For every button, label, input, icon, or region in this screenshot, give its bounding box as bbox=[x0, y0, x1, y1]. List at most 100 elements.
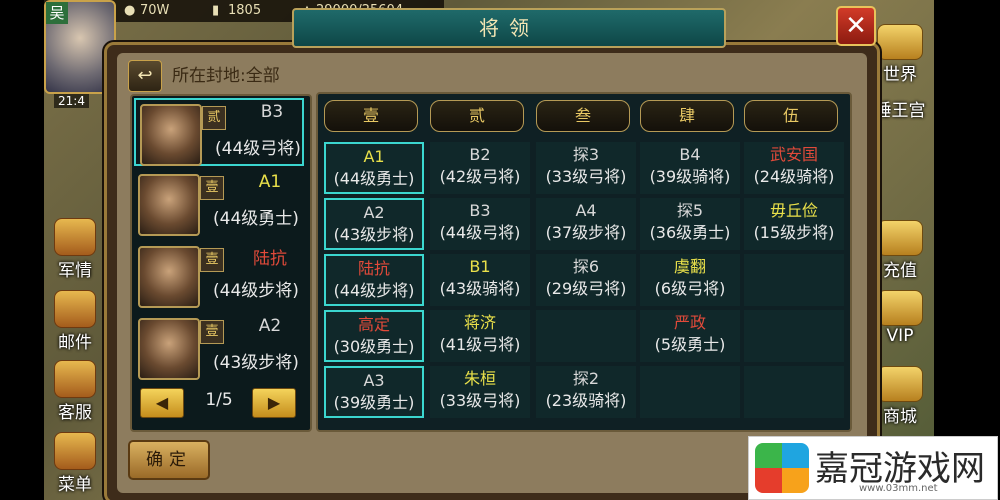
formation-slot[interactable]: 探3 (33级弓将) bbox=[536, 142, 636, 194]
side-btn-menu[interactable]: 菜单 bbox=[44, 432, 106, 495]
slot-general-desc: (23级骑将) bbox=[545, 391, 627, 410]
formation-slot[interactable] bbox=[536, 310, 636, 362]
formation-slot[interactable] bbox=[744, 366, 844, 418]
slot-general-desc: (6级弓将) bbox=[654, 279, 726, 298]
watermark-logo-icon bbox=[755, 443, 809, 493]
slot-general-desc: (42级弓将) bbox=[439, 167, 521, 186]
formation-slot[interactable]: 探2 (23级骑将) bbox=[536, 366, 636, 418]
slot-general-desc: (24级骑将) bbox=[753, 167, 835, 186]
shop-gold-icon bbox=[877, 366, 923, 402]
slot-general-name: 毋丘俭 bbox=[769, 201, 818, 220]
formation-slot[interactable]: B2 (42级弓将) bbox=[430, 142, 530, 194]
formation-slot[interactable]: 武安国 (24级骑将) bbox=[744, 142, 844, 194]
slot-general-desc: (36级勇士) bbox=[649, 223, 731, 242]
rank-badge: 壹 bbox=[200, 248, 224, 272]
slot-general-desc: (44级步将) bbox=[333, 281, 415, 300]
column-header: 伍 bbox=[744, 100, 838, 132]
formation-slot[interactable]: B3 (44级弓将) bbox=[430, 198, 530, 250]
formation-slot[interactable] bbox=[744, 254, 844, 306]
letterbox-right bbox=[934, 0, 1000, 500]
side-btn-service[interactable]: 客服 bbox=[44, 360, 106, 423]
rank-badge: 壹 bbox=[200, 320, 224, 344]
slot-general-desc: (41级弓将) bbox=[439, 335, 521, 354]
formation-slot[interactable]: A3 (39级勇士) bbox=[324, 366, 424, 418]
formation-slot[interactable]: 探6 (29级弓将) bbox=[536, 254, 636, 306]
right-btn-label: 世界 bbox=[883, 65, 917, 85]
formation-slot[interactable]: 高定 (30级勇士) bbox=[324, 310, 424, 362]
slot-general-desc: (43级骑将) bbox=[439, 279, 521, 298]
back-button[interactable]: ↩ bbox=[128, 60, 162, 92]
column-header: 壹 bbox=[324, 100, 418, 132]
formation-slot[interactable]: B1 (43级骑将) bbox=[430, 254, 530, 306]
general-desc: (44级弓将) bbox=[215, 139, 301, 159]
formation-slot[interactable]: 毋丘俭 (15级步将) bbox=[744, 198, 844, 250]
formation-slot[interactable] bbox=[744, 310, 844, 362]
slot-general-desc: (15级步将) bbox=[753, 223, 835, 242]
close-button[interactable]: ✕ bbox=[836, 6, 876, 46]
confirm-button[interactable]: 确定 bbox=[128, 440, 210, 480]
slot-general-desc: (33级弓将) bbox=[545, 167, 627, 186]
slot-general-name: B1 bbox=[469, 257, 491, 276]
general-card[interactable]: 贰 B3 (44级弓将) bbox=[134, 98, 304, 166]
prev-page-button[interactable]: ◀ bbox=[140, 388, 184, 418]
side-btn-label: 军情 bbox=[58, 261, 92, 281]
general-name: A1 bbox=[258, 172, 282, 192]
letterbox-left bbox=[0, 0, 44, 500]
fief-filter-label[interactable]: 所在封地:全部 bbox=[172, 61, 280, 86]
column-header: 叁 bbox=[536, 100, 630, 132]
rank-badge: 贰 bbox=[202, 106, 226, 130]
formation-slot[interactable]: 蒋济 (41级弓将) bbox=[430, 310, 530, 362]
faction-tag: 吴 bbox=[46, 2, 68, 24]
slot-general-name: 蒋济 bbox=[463, 313, 496, 332]
battle-flag-icon bbox=[54, 218, 96, 256]
general-card[interactable]: 壹 A2 (43级步将) bbox=[134, 314, 304, 382]
right-btn-label: VIP bbox=[886, 326, 914, 346]
slot-general-name: 严政 bbox=[673, 313, 706, 332]
general-card[interactable]: 壹 陆抗 (44级步将) bbox=[134, 242, 304, 310]
world-icon bbox=[877, 24, 923, 60]
column-header: 贰 bbox=[430, 100, 524, 132]
column-header: 肆 bbox=[640, 100, 734, 132]
slot-general-desc: (44级弓将) bbox=[439, 223, 521, 242]
site-watermark: 嘉冠游戏网 www.03mm.net bbox=[748, 436, 998, 500]
slot-general-name: 探3 bbox=[572, 145, 600, 164]
menu-scroll-icon bbox=[54, 432, 96, 470]
slot-general-desc: (29级弓将) bbox=[545, 279, 627, 298]
slot-general-desc: (37级步将) bbox=[545, 223, 627, 242]
coin-icon: ● bbox=[124, 3, 136, 18]
slot-general-name: 陆抗 bbox=[357, 259, 390, 278]
next-page-button[interactable]: ▶ bbox=[252, 388, 296, 418]
side-btn-military[interactable]: 军情 bbox=[44, 218, 106, 281]
right-btn-label: 睡王宫 bbox=[874, 101, 926, 121]
side-btn-label: 菜单 bbox=[58, 475, 92, 495]
general-card[interactable]: 壹 A1 (44级勇士) bbox=[134, 170, 304, 238]
slot-general-desc: (5级勇士) bbox=[654, 335, 726, 354]
formation-slot[interactable]: 朱桓 (33级弓将) bbox=[430, 366, 530, 418]
rank-badge: 壹 bbox=[200, 176, 224, 200]
right-btn-label: 充值 bbox=[883, 261, 917, 281]
slot-general-name: 武安国 bbox=[769, 145, 818, 164]
formation-slot[interactable]: A4 (37级步将) bbox=[536, 198, 636, 250]
formation-slot[interactable]: B4 (39级骑将) bbox=[640, 142, 740, 194]
slot-general-name: B4 bbox=[679, 145, 701, 164]
formation-slot[interactable]: 探5 (36级勇士) bbox=[640, 198, 740, 250]
formation-slot[interactable]: 陆抗 (44级步将) bbox=[324, 254, 424, 306]
slot-general-name: A2 bbox=[363, 203, 385, 222]
slot-general-name: A4 bbox=[575, 201, 597, 220]
slot-general-name: 探6 bbox=[572, 257, 600, 276]
vip-icon bbox=[877, 290, 923, 326]
formation-slot[interactable]: A2 (43级步将) bbox=[324, 198, 424, 250]
game-scene: ● 70W ▮ 1805 ▲ 29000/25604 吴 21:4 军情 邮件 … bbox=[0, 0, 1000, 500]
formation-slot[interactable]: 严政 (5级勇士) bbox=[640, 310, 740, 362]
formation-slot[interactable] bbox=[640, 366, 740, 418]
general-desc: (44级步将) bbox=[213, 281, 299, 301]
slot-general-name: A3 bbox=[363, 371, 385, 390]
pager: ◀ 1/5 ▶ bbox=[140, 388, 300, 418]
slot-general-name: 高定 bbox=[357, 315, 390, 334]
slot-general-name: 朱桓 bbox=[463, 369, 496, 388]
side-btn-mail[interactable]: 邮件 bbox=[44, 290, 106, 353]
formation-slot[interactable]: A1 (44级勇士) bbox=[324, 142, 424, 194]
side-btn-label: 邮件 bbox=[58, 333, 92, 353]
formation-slot[interactable]: 虞翻 (6级弓将) bbox=[640, 254, 740, 306]
slot-general-name: B2 bbox=[469, 145, 491, 164]
